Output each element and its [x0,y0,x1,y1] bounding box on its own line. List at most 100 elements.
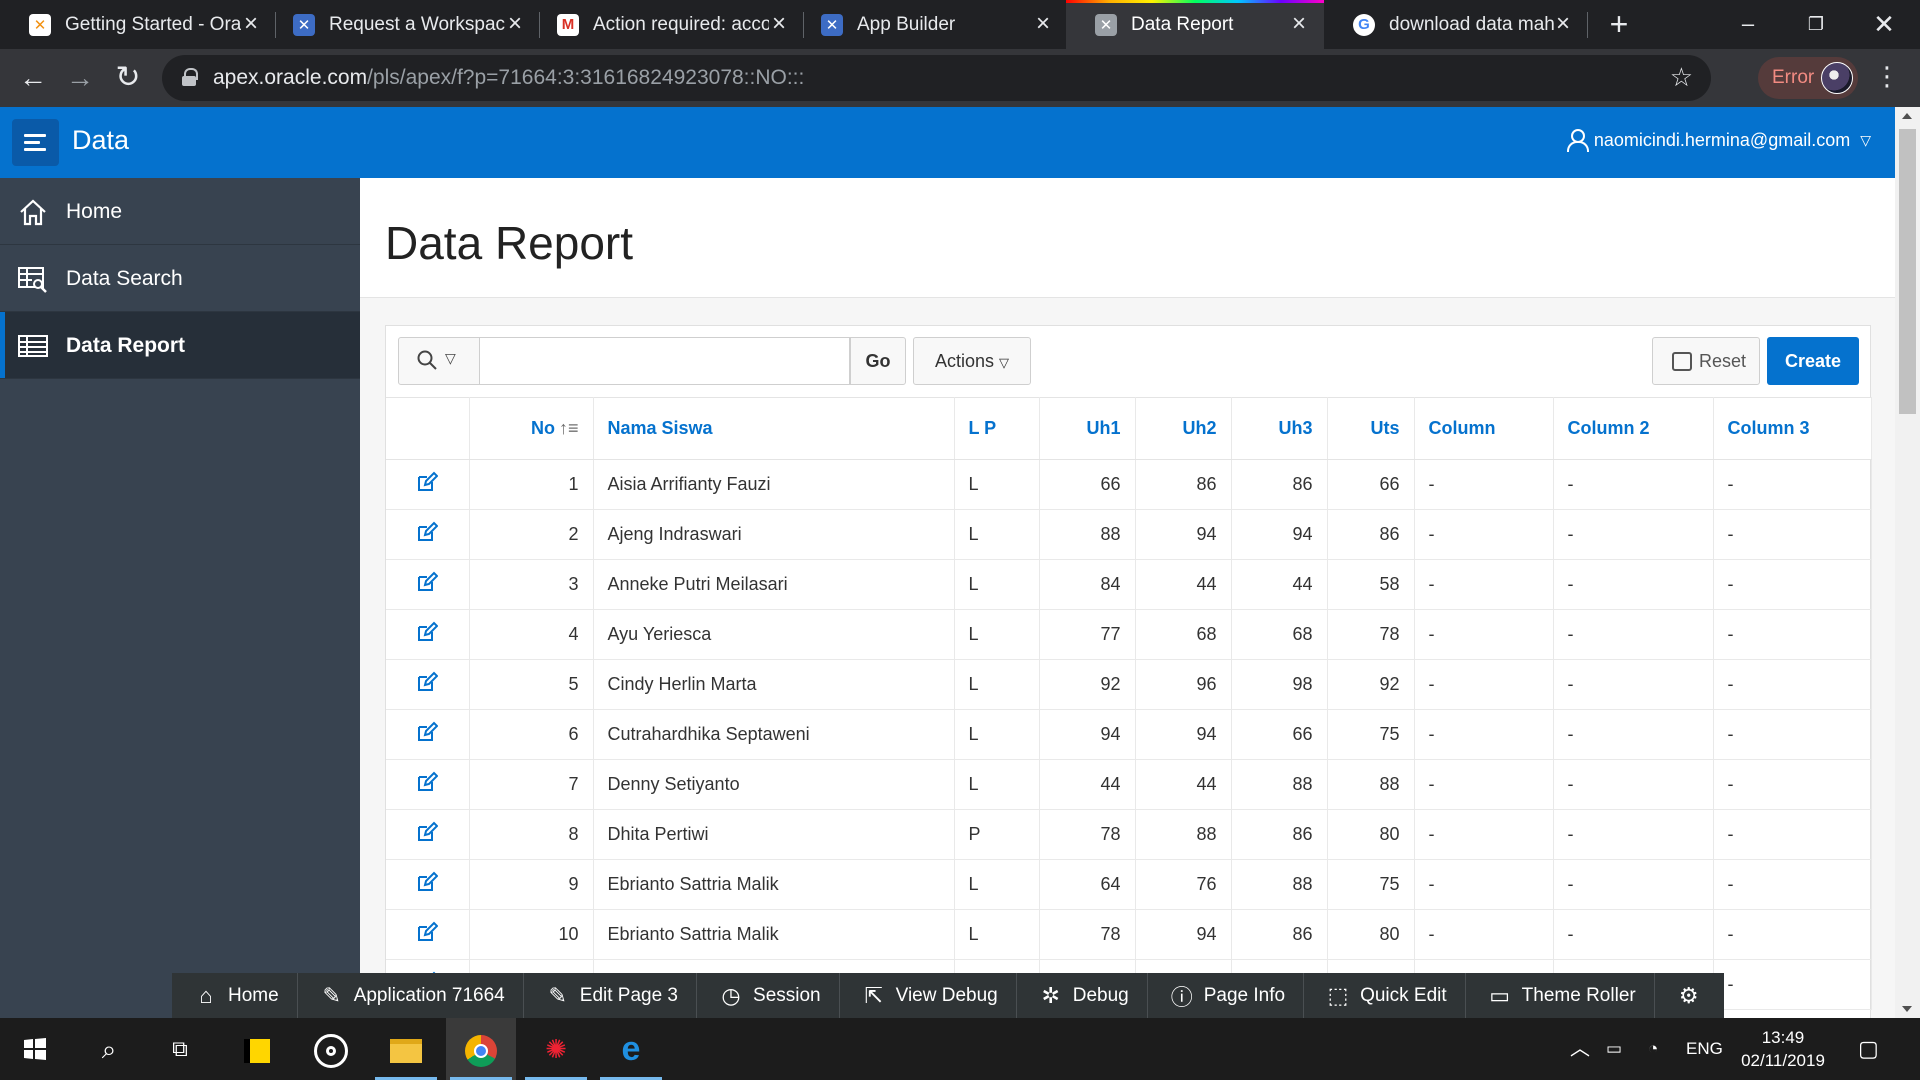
column-header-uh3[interactable]: Uh3 [1231,397,1328,460]
edit-icon[interactable] [416,821,439,843]
column-header-column[interactable]: Column [1414,397,1554,460]
chrome-icon[interactable] [446,1018,516,1080]
edit-column-header [386,397,470,460]
table-cell: - [1414,459,1554,510]
edit-icon[interactable] [416,471,439,493]
menu-toggle-button[interactable] [12,119,59,166]
table-cell: 78 [1327,609,1415,660]
sidebar-item-data-search[interactable]: Data Search [0,245,360,312]
search-icon[interactable]: ⌕ [74,1018,144,1080]
table-row: 6 Cutrahardhika Septaweni L 94 94 66 75- - - [386,709,1872,760]
browser-tab-download-data[interactable]: G download data maha × [1324,0,1588,49]
taskbar-clock[interactable]: 13:49 02/11/2019 [1733,1026,1833,1072]
dev-toolbar-application[interactable]: ✎ Application 71664 [298,973,524,1018]
edit-icon[interactable] [416,771,439,793]
close-icon[interactable]: × [504,12,526,36]
edit-icon[interactable] [416,621,439,643]
column-header-uh1[interactable]: Uh1 [1039,397,1136,460]
forward-icon[interactable]: → [63,61,97,95]
column-header-uh2[interactable]: Uh2 [1135,397,1232,460]
edit-icon[interactable] [416,571,439,593]
dev-toolbar-label: Edit Page 3 [579,984,679,1006]
sidebar-item-home[interactable]: Home [0,178,360,245]
wifi-icon[interactable]: ◔ [1648,1018,1658,1080]
restore-icon[interactable]: ❐ [1796,8,1836,40]
more-menu-icon[interactable]: ⋮ [1874,61,1900,95]
dev-toolbar-quick-edit[interactable]: ⬚ Quick Edit [1304,973,1466,1018]
column-header-uts[interactable]: Uts [1327,397,1415,460]
edit-icon[interactable] [416,721,439,743]
notifications-icon[interactable]: ▢ [1858,1018,1879,1080]
column-header-column-3[interactable]: Column 3 [1713,397,1872,460]
table-cell: 86 [1231,809,1328,860]
close-icon[interactable]: × [240,12,262,36]
create-button[interactable]: Create [1767,337,1859,385]
browser-tab-action-required[interactable]: M Action required: acco × [528,0,804,49]
back-icon[interactable]: ← [16,61,50,95]
column-header-column-2[interactable]: Column 2 [1553,397,1714,460]
table-row: 8 Dhita Pertiwi P 78 88 86 80- - - [386,809,1872,860]
chevron-down-icon: ▽ [445,350,456,366]
battery-icon[interactable]: ▭ [1606,1018,1622,1080]
close-icon[interactable]: × [1032,12,1054,36]
gear-icon: ⚙ [1678,982,1699,1008]
task-view-icon[interactable]: ⧉ [145,1018,215,1080]
browser-tab-data-report[interactable]: ✕ Data Report × [1066,0,1324,49]
url-text[interactable]: apex.oracle.com/pls/apex/f?p=71664:3:316… [213,66,804,90]
tray-chevron-up-icon[interactable]: ︿ [1570,1018,1590,1080]
column-header-nama-siswa[interactable]: Nama Siswa [593,397,955,460]
close-icon[interactable]: × [1288,12,1310,36]
app-title[interactable]: Data [72,125,129,156]
column-header-no[interactable]: No ↑≡ [469,397,594,460]
column-header-lp[interactable]: L P [954,397,1040,460]
file-explorer-icon[interactable] [371,1018,441,1080]
address-bar[interactable]: apex.oracle.com/pls/apex/f?p=71664:3:316… [162,55,1711,101]
close-icon[interactable]: × [768,12,790,36]
reload-icon[interactable]: ↻ [111,61,145,95]
dev-toolbar-view-debug[interactable]: ⇱ View Debug [840,973,1017,1018]
edit-icon[interactable] [416,521,439,543]
dev-toolbar-home[interactable]: ⌂ Home [172,973,298,1018]
lock-icon[interactable] [182,68,198,86]
windows-start-icon[interactable] [0,1018,70,1080]
edit-icon[interactable] [416,921,439,943]
tab-title: Data Report [1131,13,1234,35]
input-language[interactable]: ENG [1686,1018,1723,1080]
browser-tab-getting-started[interactable]: ✕ Getting Started - Ora × [0,0,276,49]
scroll-up-icon[interactable] [1902,113,1912,119]
bookmark-star-icon[interactable]: ☆ [1670,62,1693,93]
profile-error-button[interactable]: Error [1758,57,1858,99]
user-menu[interactable]: naomicindi.hermina@gmail.com ▽ [1566,129,1871,152]
edit-icon[interactable] [416,871,439,893]
sidebar-item-data-report[interactable]: Data Report [0,312,360,379]
window-close-icon[interactable]: ✕ [1864,8,1904,40]
table-cell: Dhita Pertiwi [593,809,955,860]
browser-tab-request-workspace[interactable]: ✕ Request a Workspace × [264,0,540,49]
table-cell: - [1553,759,1714,810]
dev-toolbar-theme-roller[interactable]: ▭ Theme Roller [1466,973,1655,1018]
dev-toolbar-edit-page[interactable]: ✎ Edit Page 3 [524,973,698,1018]
scrollbar-thumb[interactable] [1899,129,1916,414]
search-input[interactable] [480,337,850,385]
table-cell: - [1553,909,1714,960]
dev-toolbar-page-info[interactable]: ⓘ Page Info [1148,973,1305,1018]
actions-button[interactable]: Actions ▽ [913,337,1031,385]
scroll-down-icon[interactable] [1902,1006,1912,1012]
dev-toolbar-debug[interactable]: ✲ Debug [1017,973,1148,1018]
chrome-logo-center [474,1044,488,1059]
dev-toolbar-options[interactable]: ⚙ [1655,973,1723,1018]
edge-icon[interactable]: e [596,1018,666,1080]
reset-button[interactable]: Reset [1652,337,1760,385]
go-button[interactable]: Go [850,337,906,385]
media-player-icon[interactable] [296,1018,366,1080]
dev-toolbar-session[interactable]: ◷ Session [697,973,840,1018]
search-column-selector[interactable]: ▽ [398,337,480,385]
page-scrollbar[interactable] [1895,107,1920,1018]
close-icon[interactable]: × [1552,12,1574,36]
new-tab-icon[interactable]: + [1603,8,1635,40]
snipping-tool-icon[interactable]: ✺ [521,1018,591,1080]
sticky-notes-icon[interactable] [222,1018,292,1080]
edit-icon[interactable] [416,671,439,693]
minimize-icon[interactable]: – [1728,8,1768,40]
browser-tab-app-builder[interactable]: ✕ App Builder × [792,0,1068,49]
